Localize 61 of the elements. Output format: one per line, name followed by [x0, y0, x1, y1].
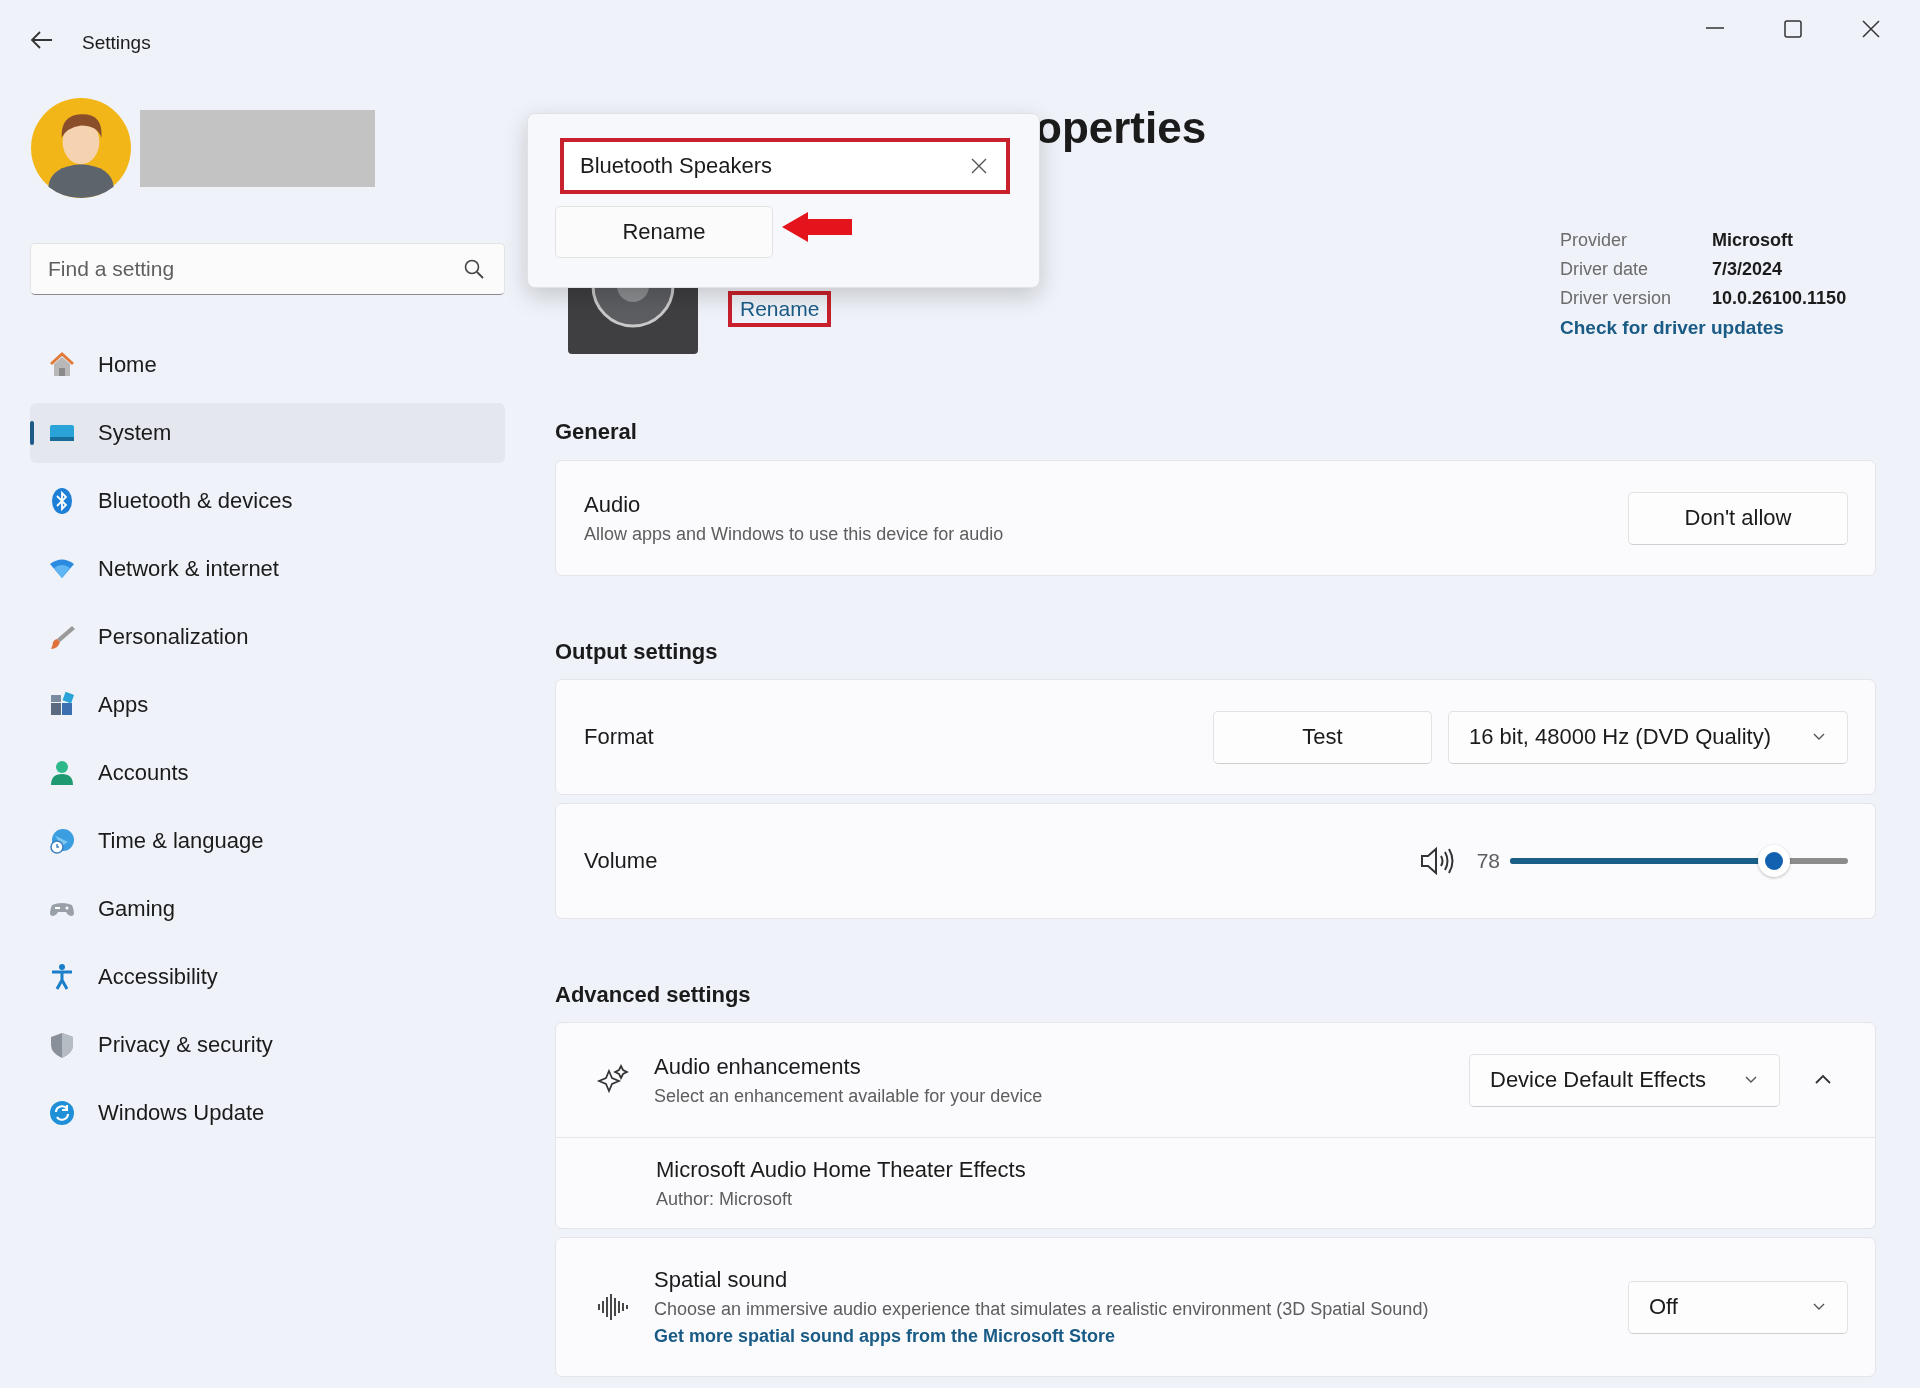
back-arrow-icon: [30, 30, 54, 50]
info-label: Driver version: [1560, 288, 1673, 310]
nav-item[interactable]: Gaming: [30, 879, 505, 939]
nav-item[interactable]: Home: [30, 335, 505, 395]
setting-title: Microsoft Audio Home Theater Effects: [656, 1156, 1027, 1183]
setting-description: Author: Microsoft: [656, 1188, 794, 1210]
update-icon: [48, 1099, 76, 1127]
shield-icon: [48, 1031, 76, 1059]
nav-item[interactable]: Apps: [30, 675, 505, 735]
page-title: operties: [1034, 102, 1208, 154]
setting-title: Spatial sound: [654, 1267, 789, 1293]
globe-clock-icon: [48, 827, 76, 855]
setting-description: Choose an immersive audio experience that simulates a realistic environment (3D Spatial Sound): [654, 1299, 1430, 1320]
nav-item[interactable]: Personalization: [30, 607, 505, 667]
info-label: Provider: [1560, 230, 1629, 252]
nav-item[interactable]: Bluetooth & devices: [30, 471, 505, 531]
dropdown[interactable]: 16 bit, 48000 Hz (DVD Quality): [1448, 710, 1848, 764]
store-link[interactable]: Get more spatial sound apps from the Microsoft Store: [654, 1326, 1628, 1347]
selection-indicator: [30, 421, 34, 445]
setting-title: Volume: [584, 848, 659, 874]
person-icon: [48, 759, 76, 787]
volume-reading: 78: [1476, 849, 1500, 873]
info-label: Driver date: [1560, 259, 1712, 288]
setting-title: Format: [584, 724, 655, 750]
test-button[interactable]: Test: [1213, 710, 1432, 764]
setting-title: Audio: [584, 491, 642, 518]
rename-link[interactable]: Rename: [740, 297, 820, 321]
name-input-field[interactable]: Bluetooth Speakers: [564, 142, 1006, 190]
dropdown[interactable]: Off: [1628, 1280, 1848, 1334]
dont-allow-button[interactable]: Don't allow: [1628, 491, 1848, 545]
section-heading: General: [555, 418, 638, 446]
info-value: Microsoft: [1712, 230, 1794, 252]
dropdown[interactable]: Device Default Effects: [1469, 1053, 1780, 1107]
section-heading: Output settings: [555, 638, 719, 666]
rename-button[interactable]: Rename: [555, 206, 773, 258]
clear-icon[interactable]: [970, 157, 988, 175]
info-value: 10.0.26100.1150: [1712, 288, 1847, 310]
nav-item[interactable]: Privacy & security: [30, 1015, 505, 1075]
driver-updates-link[interactable]: Check for driver updates: [1560, 317, 1784, 338]
slider-thumb[interactable]: [1757, 845, 1790, 877]
nav-item[interactable]: Windows Update: [30, 1083, 505, 1143]
setting-title: Audio enhancements: [654, 1053, 862, 1080]
search-icon: [463, 258, 485, 280]
nav-item[interactable]: Network & internet: [30, 539, 505, 599]
setting-description: Allow apps and Windows to use this device for audio: [584, 523, 1005, 545]
search-field[interactable]: Find a setting: [30, 243, 505, 295]
setting-description: Select an enhancement available for your device: [654, 1085, 1044, 1107]
sound-wave-icon: [596, 1292, 630, 1322]
window-title: Settings: [82, 32, 151, 54]
maximize-button[interactable]: [1782, 18, 1804, 40]
house-icon: [48, 351, 76, 379]
nav-item[interactable]: Accessibility: [30, 947, 505, 1007]
section-heading: Advanced settings: [555, 981, 752, 1009]
close-button[interactable]: [1860, 18, 1882, 40]
nav-item[interactable]: Accounts: [30, 743, 505, 803]
volume-slider[interactable]: [1510, 845, 1848, 877]
avatar-icon: [30, 97, 132, 199]
nav-item[interactable]: System: [30, 403, 505, 463]
info-value: 7/3/2024: [1712, 259, 1784, 281]
brush-icon: [48, 623, 76, 651]
nav-item[interactable]: Time & language: [30, 811, 505, 871]
